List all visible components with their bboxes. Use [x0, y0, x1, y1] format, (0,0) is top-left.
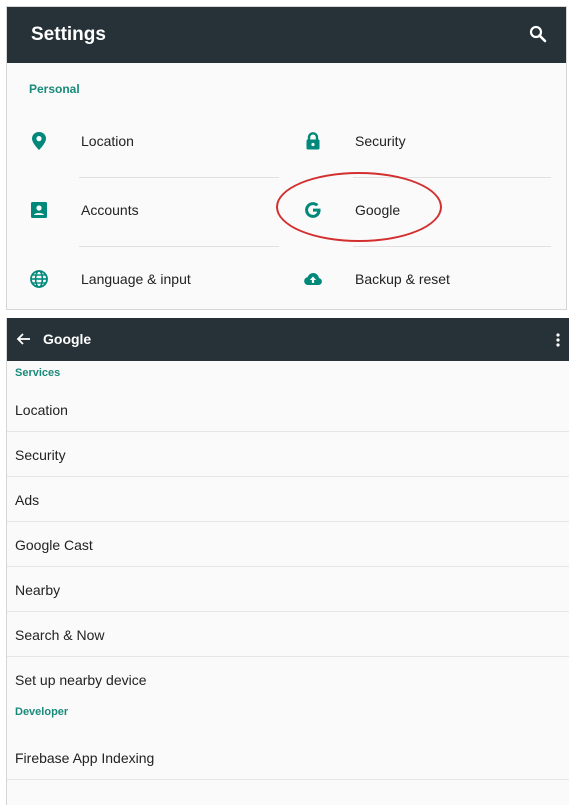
list-item-label: Search & Now [15, 627, 105, 643]
settings-item-google[interactable]: Google [303, 178, 553, 246]
list-item-label: Nearby [15, 582, 61, 598]
list-item-nearby[interactable]: Nearby [7, 567, 569, 612]
settings-item-backup-reset[interactable]: Backup & reset [303, 247, 553, 315]
back-arrow-icon[interactable] [13, 328, 35, 350]
list-item-location[interactable]: Location [7, 387, 569, 432]
section-header-personal: Personal [29, 82, 80, 96]
list-item-label: Security [15, 447, 66, 463]
list-item-set-up-nearby-device[interactable]: Set up nearby device [7, 657, 569, 702]
settings-item-label: Backup & reset [355, 271, 450, 287]
list-item-search-now[interactable]: Search & Now [7, 612, 569, 657]
list-item-security[interactable]: Security [7, 432, 569, 477]
section-header-services: Services [7, 361, 569, 387]
more-vert-icon[interactable] [551, 329, 565, 351]
settings-item-label: Language & input [81, 271, 191, 287]
list-item-label: Google Cast [15, 537, 93, 553]
settings-item-language-input[interactable]: Language & input [29, 247, 279, 315]
google-toolbar: Google [7, 318, 569, 361]
account-box-icon [29, 200, 49, 220]
list-item-label: Firebase App Indexing [15, 750, 155, 766]
section-header-developer: Developer [7, 702, 569, 735]
list-item-label: Set up nearby device [15, 672, 147, 688]
google-panel: Google Services Location Security Ads Go… [6, 318, 569, 805]
settings-item-label: Google [355, 202, 401, 218]
settings-item-accounts[interactable]: Accounts [29, 178, 279, 246]
google-g-icon [303, 200, 323, 220]
lock-icon [303, 131, 323, 151]
location-pin-icon [29, 131, 49, 151]
settings-item-location[interactable]: Location [29, 109, 279, 177]
list-item-label: Location [15, 402, 68, 418]
google-settings-list: Services Location Security Ads Google Ca… [7, 361, 569, 780]
cloud-upload-icon [303, 269, 323, 289]
google-title: Google [43, 331, 92, 347]
search-icon[interactable] [524, 21, 552, 49]
section-header-label: Developer [15, 706, 69, 718]
settings-item-label: Security [355, 133, 406, 149]
section-header-label: Services [15, 367, 61, 379]
list-item-google-cast[interactable]: Google Cast [7, 522, 569, 567]
globe-icon [29, 269, 49, 289]
settings-title: Settings [31, 24, 106, 45]
list-item-ads[interactable]: Ads [7, 477, 569, 522]
settings-toolbar: Settings [7, 7, 566, 63]
list-item-firebase-app-indexing[interactable]: Firebase App Indexing [7, 735, 569, 780]
settings-item-label: Accounts [81, 202, 139, 218]
list-item-label: Ads [15, 492, 40, 508]
settings-item-label: Location [81, 133, 134, 149]
settings-panel: Settings Personal Location Security Acco… [6, 6, 567, 310]
settings-item-security[interactable]: Security [303, 109, 553, 177]
